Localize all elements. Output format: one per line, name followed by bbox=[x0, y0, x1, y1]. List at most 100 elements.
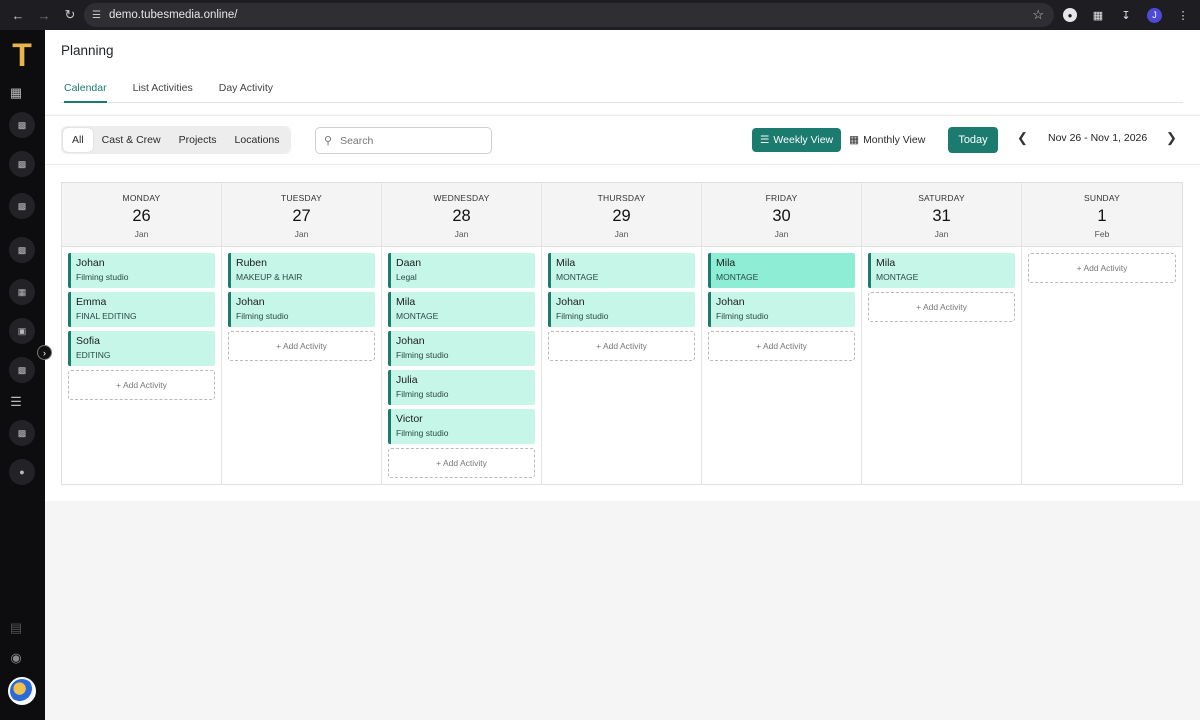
film-icon-5[interactable]: ▩ bbox=[9, 357, 35, 383]
day-header: SUNDAY 1 Feb bbox=[1022, 183, 1182, 247]
film-icon-4[interactable]: ▩ bbox=[9, 237, 35, 263]
day-name: SATURDAY bbox=[918, 193, 965, 203]
activity-card[interactable]: Mila MONTAGE bbox=[388, 292, 535, 327]
calendar-toolbar: All Cast & Crew Projects Locations ⚲ ☰ W… bbox=[45, 115, 1200, 165]
tab-day-activity[interactable]: Day Activity bbox=[219, 78, 273, 103]
filter-all[interactable]: All bbox=[63, 128, 93, 152]
activity-card[interactable]: Emma FINAL EDITING bbox=[68, 292, 215, 327]
film-icon-6[interactable]: ▩ bbox=[9, 420, 35, 446]
add-activity-button[interactable]: + Add Activity bbox=[228, 331, 375, 361]
activity-card[interactable]: Johan Filming studio bbox=[68, 253, 215, 288]
tab-calendar[interactable]: Calendar bbox=[64, 78, 107, 103]
calendar-icon: ▦ bbox=[849, 134, 860, 146]
page-header: Planning Calendar List Activities Day Ac… bbox=[45, 30, 1200, 114]
day-body: Daan Legal Mila MONTAGE Johan Filming studio J… bbox=[382, 247, 541, 478]
filter-projects[interactable]: Projects bbox=[170, 128, 226, 152]
day-number: 27 bbox=[292, 207, 311, 225]
day-month: Jan bbox=[934, 229, 949, 239]
activity-card[interactable]: Victor Filming studio bbox=[388, 409, 535, 444]
activity-card[interactable]: Mila MONTAGE bbox=[548, 253, 695, 288]
week-calendar: MONDAY 26 Jan Johan Filming studio Emma FINAL … bbox=[61, 182, 1183, 485]
bookmark-star-icon[interactable]: ☆ bbox=[1032, 7, 1044, 23]
page-background bbox=[45, 501, 1200, 720]
activity-card[interactable]: Johan Filming studio bbox=[548, 292, 695, 327]
activity-card[interactable]: Julia Filming studio bbox=[388, 370, 535, 405]
activity-person: Johan bbox=[556, 296, 585, 308]
activity-type: MONTAGE bbox=[716, 272, 759, 282]
extension-icon[interactable]: ● bbox=[1063, 8, 1077, 22]
dashboard-icon[interactable]: ▦ bbox=[9, 85, 23, 100]
day-body: Mila MONTAGE + Add Activity bbox=[862, 247, 1021, 322]
list-icon[interactable]: ☰ bbox=[9, 394, 23, 409]
day-name: MONDAY bbox=[122, 193, 161, 203]
book-icon[interactable]: ▤ bbox=[9, 620, 23, 635]
filter-locations[interactable]: Locations bbox=[226, 128, 289, 152]
day-column: TUESDAY 27 Jan Ruben MAKEUP & HAIR Johan Filmi… bbox=[222, 183, 382, 484]
activity-person: Sofia bbox=[76, 335, 100, 347]
user-avatar[interactable] bbox=[8, 677, 36, 705]
activity-card[interactable]: Sofia EDITING bbox=[68, 331, 215, 366]
activity-card[interactable]: Mila MONTAGE bbox=[868, 253, 1015, 288]
next-week-icon[interactable]: ❯ bbox=[1166, 130, 1177, 146]
today-button[interactable]: Today bbox=[948, 127, 998, 153]
menu-dots-icon[interactable]: ⋮ bbox=[1176, 8, 1190, 22]
people-icon[interactable]: ● bbox=[9, 459, 35, 485]
add-activity-button[interactable]: + Add Activity bbox=[1028, 253, 1176, 283]
puzzle-icon[interactable]: ▦ bbox=[1091, 8, 1105, 22]
building-icon[interactable]: ▣ bbox=[9, 318, 35, 344]
activity-type: MAKEUP & HAIR bbox=[236, 272, 303, 282]
filter-cast-crew[interactable]: Cast & Crew bbox=[93, 128, 170, 152]
add-activity-button[interactable]: + Add Activity bbox=[388, 448, 535, 478]
chevron-right-icon[interactable]: › bbox=[37, 345, 52, 360]
download-icon[interactable]: ↧ bbox=[1119, 8, 1133, 22]
browser-toolbar: ← → ↻ ☰ demo.tubesmedia.online/ ☆ ● ▦ ↧ … bbox=[0, 0, 1200, 30]
list-icon: ☰ bbox=[760, 134, 770, 146]
address-bar[interactable]: ☰ demo.tubesmedia.online/ ☆ bbox=[84, 3, 1054, 27]
view-toggle: ☰ Weekly View ▦ Monthly View bbox=[752, 128, 933, 152]
app-sidebar: T ▦ ▩ ▩ ▩ ▩ ▦ ▣ ▩ ☰ ▩ ● ▤ ◉ bbox=[0, 30, 45, 720]
activity-card[interactable]: Ruben MAKEUP & HAIR bbox=[228, 253, 375, 288]
weekly-view-button[interactable]: ☰ Weekly View bbox=[752, 128, 842, 152]
activity-card[interactable]: Johan Filming studio bbox=[388, 331, 535, 366]
monthly-view-button[interactable]: ▦ Monthly View bbox=[841, 128, 933, 152]
bell-icon[interactable]: ◉ bbox=[9, 650, 23, 665]
day-column: THURSDAY 29 Jan Mila MONTAGE Johan Filming stu… bbox=[542, 183, 702, 484]
forward-icon[interactable]: → bbox=[32, 3, 56, 27]
search-box: ⚲ bbox=[315, 127, 492, 154]
day-month: Jan bbox=[294, 229, 309, 239]
day-name: TUESDAY bbox=[281, 193, 322, 203]
tab-bar: Calendar List Activities Day Activity bbox=[61, 78, 1183, 103]
reload-icon[interactable]: ↻ bbox=[58, 3, 82, 27]
film-icon-3[interactable]: ▩ bbox=[9, 193, 35, 219]
activity-card[interactable]: Johan Filming studio bbox=[228, 292, 375, 327]
back-icon[interactable]: ← bbox=[6, 3, 30, 27]
prev-week-icon[interactable]: ❮ bbox=[1017, 130, 1028, 146]
calendar-icon[interactable]: ▦ bbox=[9, 279, 35, 305]
tab-list-activities[interactable]: List Activities bbox=[133, 78, 193, 103]
day-header: MONDAY 26 Jan bbox=[62, 183, 221, 247]
day-month: Jan bbox=[454, 229, 469, 239]
day-name: THURSDAY bbox=[597, 193, 646, 203]
activity-type: Filming studio bbox=[556, 311, 609, 321]
add-activity-button[interactable]: + Add Activity bbox=[548, 331, 695, 361]
add-activity-button[interactable]: + Add Activity bbox=[708, 331, 855, 361]
add-activity-button[interactable]: + Add Activity bbox=[868, 292, 1015, 322]
day-header: SATURDAY 31 Jan bbox=[862, 183, 1021, 247]
activity-person: Emma bbox=[76, 296, 107, 308]
site-settings-icon[interactable]: ☰ bbox=[92, 10, 101, 21]
day-number: 30 bbox=[772, 207, 791, 225]
add-activity-button[interactable]: + Add Activity bbox=[68, 370, 215, 400]
day-column: SATURDAY 31 Jan Mila MONTAGE + Add Activity bbox=[862, 183, 1022, 484]
day-body: Mila MONTAGE Johan Filming studio + Add Acti… bbox=[702, 247, 861, 361]
day-name: WEDNESDAY bbox=[433, 193, 490, 203]
activity-card[interactable]: Mila MONTAGE bbox=[708, 253, 855, 288]
profile-avatar[interactable]: J bbox=[1147, 7, 1162, 23]
activity-card[interactable]: Johan Filming studio bbox=[708, 292, 855, 327]
activity-card[interactable]: Daan Legal bbox=[388, 253, 535, 288]
search-input[interactable] bbox=[340, 134, 481, 147]
app-logo[interactable]: T bbox=[8, 39, 36, 71]
film-icon-2[interactable]: ▩ bbox=[9, 151, 35, 177]
activity-type: Filming studio bbox=[396, 389, 449, 399]
film-icon-1[interactable]: ▩ bbox=[9, 112, 35, 138]
activity-person: Ruben bbox=[236, 257, 267, 269]
